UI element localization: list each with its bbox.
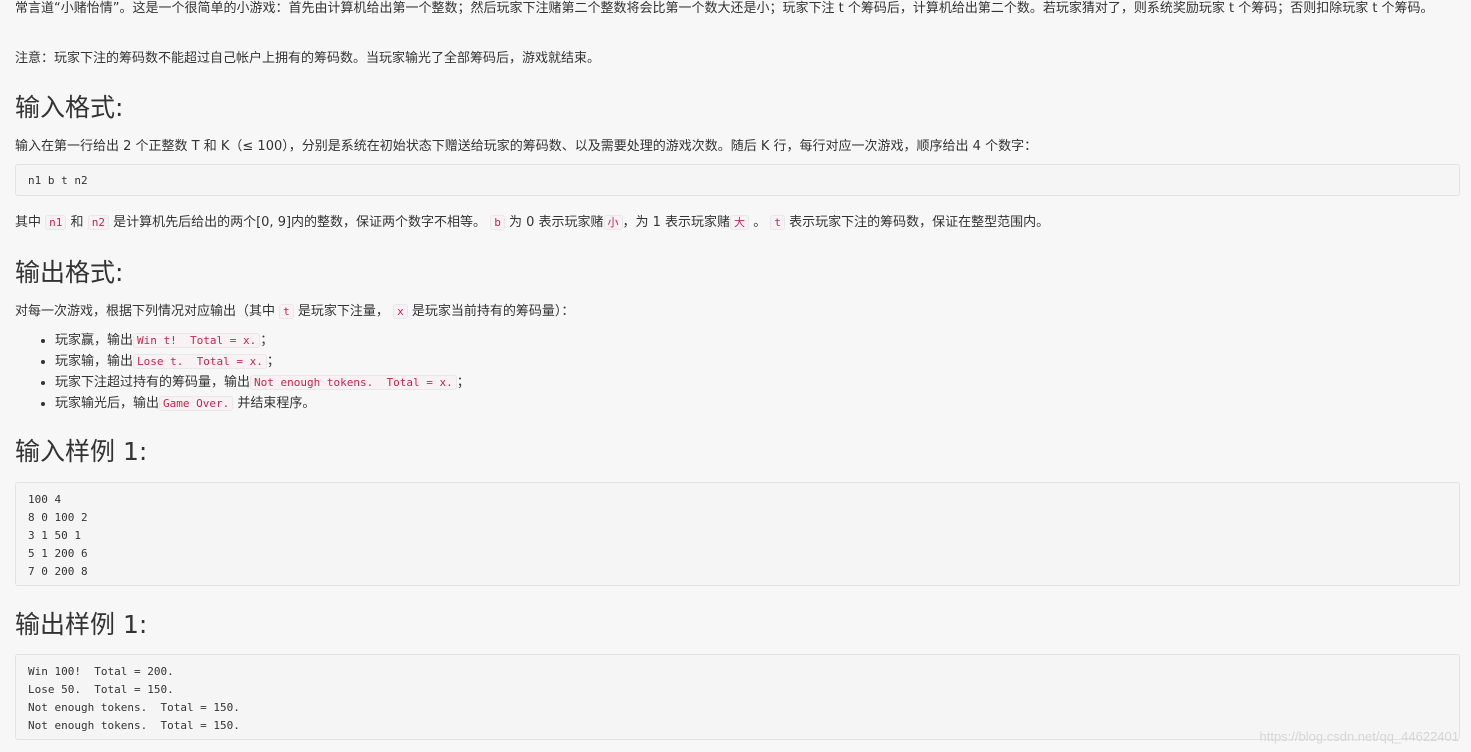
code-not-enough: Not enough tokens. Total = x.: [250, 375, 457, 390]
list-item: 玩家输光后，输出Game Over. 并结束程序。: [55, 393, 470, 414]
input-format-text: 输入在第一行给出 2 个正整数 T 和 K（≤ 100），分别是系统在初始状态下…: [15, 139, 1038, 154]
code-win: Win t! Total = x.: [133, 333, 261, 348]
item-text: 玩家输光后，输出: [55, 396, 160, 411]
sample-input-code-block: 100 4 8 0 100 2 3 1 50 1 5 1 200 6 7 0 2…: [15, 482, 1460, 586]
code-b: b: [490, 215, 505, 230]
item-suffix: ；: [260, 333, 274, 348]
desc-text: 其中: [15, 215, 42, 230]
code-n2: n2: [87, 215, 109, 230]
sample-output-heading: 输出样例 1:: [15, 610, 148, 639]
input-format-code-block: n1 b t n2: [15, 164, 1460, 196]
code-big: 大: [730, 215, 750, 230]
item-text: 玩家下注超过持有的筹码量，输出: [55, 375, 251, 390]
desc-text: 。: [753, 215, 767, 230]
code-lose: Lose t. Total = x.: [133, 354, 267, 369]
desc-text: ，为 1 表示玩家赌: [622, 215, 731, 230]
code-t: t: [770, 215, 785, 230]
code-small: 小: [603, 215, 623, 230]
sample-output-code-block: Win 100! Total = 200. Lose 50. Total = 1…: [15, 654, 1460, 740]
item-suffix: 并结束程序。: [237, 396, 316, 411]
code-t: t: [279, 304, 294, 319]
note-paragraph: 注意：玩家下注的筹码数不能超过自己帐户上拥有的筹码数。当玩家输光了全部筹码后，游…: [15, 51, 601, 66]
list-item: 玩家输，输出Lose t. Total = x.；: [55, 351, 470, 372]
code-n1: n1: [45, 215, 67, 230]
list-item: 玩家下注超过持有的筹码量，输出Not enough tokens. Total …: [55, 372, 470, 393]
desc-text: 对每一次游戏，根据下列情况对应输出（其中: [15, 304, 276, 319]
item-text: 玩家输，输出: [55, 354, 134, 369]
desc-text: 是计算机先后给出的两个[0, 9]内的整数，保证两个数字不相等。: [113, 215, 487, 230]
intro-paragraph: 常言道“小赌怡情”。这是一个很简单的小游戏：首先由计算机给出第一个整数；然后玩家…: [15, 1, 1434, 16]
list-item: 玩家赢，输出Win t! Total = x.；: [55, 330, 470, 351]
sample-input-heading: 输入样例 1:: [15, 437, 148, 466]
output-format-description: 对每一次游戏，根据下列情况对应输出（其中 t 是玩家下注量， x 是玩家当前持有…: [15, 301, 574, 322]
desc-text: 为 0 表示玩家赌: [508, 215, 604, 230]
desc-text: 和: [70, 215, 84, 230]
desc-text: 是玩家当前持有的筹码量）：: [411, 304, 575, 319]
code-game-over: Game Over.: [159, 396, 234, 411]
output-format-heading: 输出格式:: [15, 258, 124, 287]
watermark: https://blog.csdn.net/qq_44622401: [1259, 729, 1460, 744]
desc-text: 是玩家下注量，: [297, 304, 389, 319]
input-format-heading: 输入格式:: [15, 93, 124, 122]
output-cases-list: 玩家赢，输出Win t! Total = x.； 玩家输，输出Lose t. T…: [15, 330, 470, 414]
desc-text: 表示玩家下注的筹码数，保证在整型范围内。: [789, 215, 1050, 230]
item-suffix: ；: [266, 354, 280, 369]
code-x: x: [393, 304, 408, 319]
input-format-description: 其中 n1 和 n2 是计算机先后给出的两个[0, 9]内的整数，保证两个数字不…: [15, 212, 1049, 233]
item-text: 玩家赢，输出: [55, 333, 134, 348]
item-suffix: ；: [456, 375, 470, 390]
